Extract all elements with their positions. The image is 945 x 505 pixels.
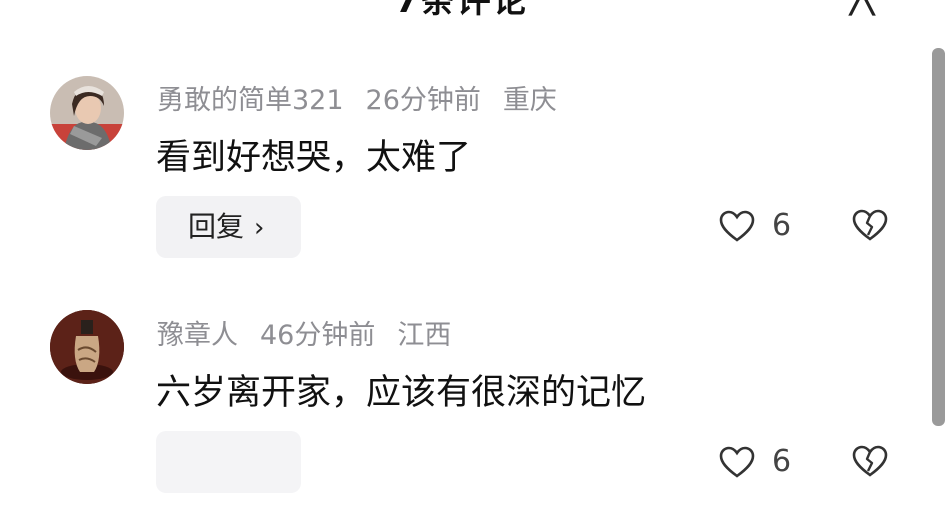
avatar-vase-image bbox=[50, 310, 124, 384]
avatar-woman-image bbox=[50, 76, 124, 150]
like-count: 6 bbox=[772, 208, 792, 243]
avatar[interactable] bbox=[50, 76, 124, 150]
comment-username[interactable]: 豫章人 bbox=[157, 320, 238, 351]
like-button[interactable]: 6 bbox=[718, 208, 791, 243]
comment-time: 26分钟前 bbox=[365, 85, 481, 116]
comment-meta: 勇敢的简单321 26分钟前 重庆 bbox=[157, 78, 579, 117]
scrollbar[interactable] bbox=[932, 48, 945, 426]
close-icon[interactable]: ╳ bbox=[850, 0, 874, 16]
chevron-right-icon: › bbox=[254, 213, 265, 243]
reply-button[interactable] bbox=[156, 431, 301, 493]
reply-label: 回复 bbox=[188, 210, 245, 243]
broken-heart-icon bbox=[852, 445, 888, 477]
heart-icon bbox=[719, 210, 755, 242]
broken-heart-icon bbox=[852, 209, 888, 241]
dislike-button[interactable] bbox=[851, 444, 889, 478]
like-count: 6 bbox=[772, 444, 792, 479]
comment-time: 46分钟前 bbox=[260, 320, 376, 351]
comment-username[interactable]: 勇敢的简单321 bbox=[157, 85, 344, 116]
comments-panel: 7条评论 ╳ 勇敢的简单321 26分钟前重庆 看到好想哭，太难了 回复 › bbox=[0, 0, 945, 505]
comment-text: 看到好想哭，太难了 bbox=[156, 138, 472, 178]
comment-meta: 豫章人 46分钟前 江西 bbox=[157, 313, 473, 352]
comment-location: 重庆 bbox=[502, 85, 557, 116]
reply-button[interactable]: 回复 › bbox=[156, 196, 301, 258]
heart-icon bbox=[719, 446, 755, 478]
comment-text: 六岁离开家，应该有很深的记忆 bbox=[156, 373, 647, 413]
avatar[interactable] bbox=[50, 310, 124, 384]
comment-location: 江西 bbox=[397, 320, 452, 351]
like-button[interactable]: 6 bbox=[718, 444, 791, 479]
dislike-button[interactable] bbox=[851, 208, 889, 242]
comments-header-title: 7条评论 bbox=[395, 0, 529, 21]
